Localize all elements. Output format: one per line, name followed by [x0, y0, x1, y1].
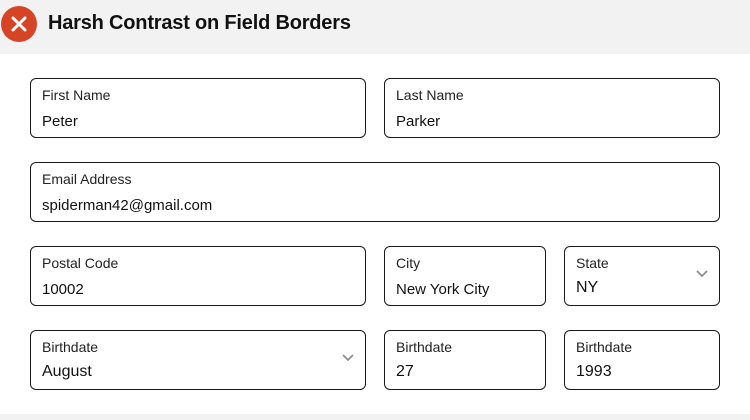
city-label: City: [396, 255, 421, 271]
last-name-field[interactable]: Last Name Parker: [384, 78, 720, 138]
form-panel: First Name Peter Last Name Parker Email …: [0, 54, 750, 414]
birth-day-value: 27: [396, 363, 414, 380]
birth-year-field[interactable]: Birthdate 1993: [564, 330, 720, 390]
postal-code-value: 10002: [42, 281, 84, 298]
city-value: New York City: [396, 281, 490, 298]
birth-year-label: Birthdate: [576, 339, 633, 355]
error-x-icon: [1, 6, 37, 42]
first-name-label: First Name: [42, 87, 111, 103]
birth-month-value: August: [42, 363, 92, 380]
birth-month-label: Birthdate: [42, 339, 99, 355]
first-name-value: Peter: [42, 113, 78, 130]
birth-day-field[interactable]: Birthdate 27: [384, 330, 546, 390]
postal-code-label: Postal Code: [42, 255, 119, 271]
postal-code-field[interactable]: Postal Code 10002: [30, 246, 366, 306]
city-field[interactable]: City New York City: [384, 246, 546, 306]
header-bar: Harsh Contrast on Field Borders: [0, 0, 750, 54]
email-label: Email Address: [42, 171, 132, 187]
birth-month-select[interactable]: Birthdate August: [30, 330, 366, 390]
email-value: spiderman42@gmail.com: [42, 197, 213, 214]
state-label: State: [576, 255, 609, 271]
email-field[interactable]: Email Address spiderman42@gmail.com: [30, 162, 720, 222]
birth-year-value: 1993: [576, 363, 612, 380]
state-value: NY: [576, 279, 599, 296]
chevron-down-icon: [342, 354, 354, 362]
last-name-value: Parker: [396, 113, 441, 130]
page-title: Harsh Contrast on Field Borders: [48, 12, 351, 34]
birth-day-label: Birthdate: [396, 339, 453, 355]
last-name-label: Last Name: [396, 87, 464, 103]
chevron-down-icon: [696, 270, 708, 278]
first-name-field[interactable]: First Name Peter: [30, 78, 366, 138]
state-select[interactable]: State NY: [564, 246, 720, 306]
